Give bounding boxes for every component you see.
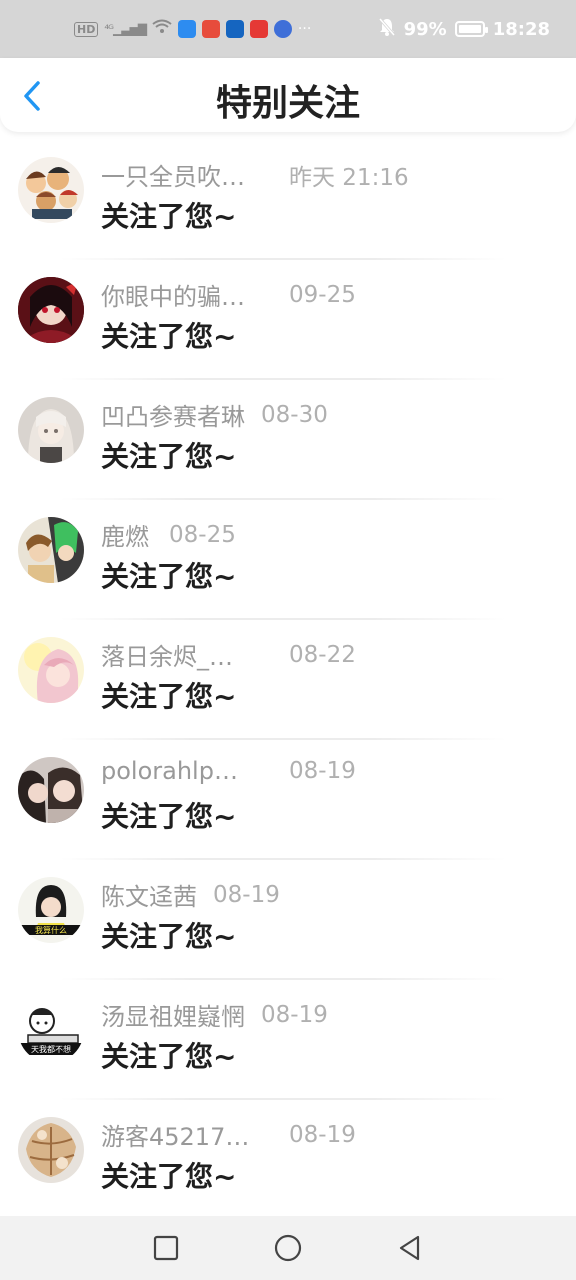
list-item[interactable]: 凹凸参赛者琳 08-30 关注了您~ [0, 380, 576, 500]
follow-notification-list: 一只全员吹… 昨天 21:16 关注了您~ 你眼中的骗… 09-25 关注了您~… [0, 140, 576, 1220]
item-header: 陈文迳茜 08-19 [101, 877, 280, 912]
item-header: polorahlp… 08-19 [101, 757, 356, 785]
timestamp: 08-30 [261, 401, 328, 428]
app-notification-icon [201, 20, 220, 38]
square-recent-icon [153, 1235, 179, 1261]
wifi-icon [152, 19, 172, 39]
timestamp: 09-25 [289, 281, 356, 308]
item-header: 游客45217… 08-19 [101, 1117, 356, 1152]
4g-signal-icon: ⁴ᴳ▁▃▅▇ [104, 22, 147, 36]
user-name[interactable]: 一只全员吹… [101, 157, 289, 192]
recent-apps-button[interactable] [146, 1228, 186, 1268]
avatar[interactable] [18, 277, 84, 343]
avatar-caption: 我算什么 [35, 925, 67, 935]
user-name[interactable]: 落日余烬_… [101, 637, 289, 672]
message-text: 关注了您~ [101, 440, 237, 473]
timestamp: 08-19 [289, 1121, 356, 1148]
avatar[interactable]: 天我都不想 [18, 997, 84, 1063]
item-header: 汤显祖娌嶷惘 08-19 [101, 997, 328, 1032]
system-back-button[interactable] [390, 1228, 430, 1268]
page-title: 特别关注 [215, 83, 360, 124]
timestamp: 08-19 [261, 1001, 328, 1028]
battery-icon [454, 21, 488, 37]
avatar[interactable] [18, 397, 84, 463]
clock: 18:28 [492, 18, 550, 40]
battery-percent: 99% [403, 18, 447, 40]
timestamp: 08-25 [169, 521, 236, 548]
avatar-caption: 天我都不想 [31, 1044, 71, 1054]
system-navigation-bar [0, 1216, 576, 1280]
message-text: 关注了您~ [101, 800, 237, 833]
message-text: 关注了您~ [101, 920, 237, 953]
timestamp: 昨天 21:16 [289, 164, 409, 191]
item-header: 你眼中的骗… 09-25 [101, 277, 356, 312]
user-name[interactable]: 游客45217… [101, 1117, 289, 1152]
message-text: 关注了您~ [101, 680, 237, 713]
triangle-back-icon [399, 1235, 420, 1261]
list-item[interactable]: polorahlp… 08-19 关注了您~ [0, 740, 576, 860]
user-name[interactable]: 汤显祖娌嶷惘 [101, 997, 245, 1032]
item-header: 鹿燃 08-25 [101, 517, 236, 552]
avatar[interactable] [18, 1117, 84, 1183]
user-name[interactable]: 你眼中的骗… [101, 277, 289, 312]
app-notification-icon [249, 20, 268, 38]
avatar[interactable] [18, 757, 84, 823]
user-name[interactable]: polorahlp… [101, 757, 289, 785]
circle-home-icon [274, 1234, 302, 1262]
hd-icon: HD [74, 21, 99, 37]
status-right: 99% 18:28 [378, 17, 550, 42]
title-bar: 特别关注 [0, 58, 576, 132]
list-item[interactable]: 落日余烬_… 08-22 关注了您~ [0, 620, 576, 740]
avatar[interactable] [18, 157, 84, 223]
home-button[interactable] [268, 1228, 308, 1268]
app-notification-icon [225, 20, 244, 38]
user-name[interactable]: 鹿燃 [101, 517, 149, 552]
item-header: 一只全员吹… 昨天 21:16 [101, 157, 409, 192]
avatar[interactable]: 我算什么 [18, 877, 84, 943]
status-left-icons: HD ⁴ᴳ▁▃▅▇ ··· [74, 19, 311, 39]
user-name[interactable]: 陈文迳茜 [101, 877, 197, 912]
item-header: 落日余烬_… 08-22 [101, 637, 356, 672]
timestamp: 08-19 [289, 758, 356, 784]
list-item[interactable]: 天我都不想 汤显祖娌嶷惘 08-19 关注了您~ [0, 980, 576, 1100]
list-item[interactable]: 我算什么 陈文迳茜 08-19 关注了您~ [0, 860, 576, 980]
item-header: 凹凸参赛者琳 08-30 [101, 397, 328, 432]
status-bar: HD ⁴ᴳ▁▃▅▇ ··· 99% 18:28 [0, 0, 576, 58]
message-text: 关注了您~ [101, 560, 237, 593]
timestamp: 08-22 [289, 641, 356, 668]
list-item[interactable]: 游客45217… 08-19 关注了您~ [0, 1100, 576, 1220]
user-name[interactable]: 凹凸参赛者琳 [101, 397, 245, 432]
avatar[interactable] [18, 517, 84, 583]
message-text: 关注了您~ [101, 320, 237, 353]
avatar[interactable] [18, 637, 84, 703]
list-item[interactable]: 你眼中的骗… 09-25 关注了您~ [0, 260, 576, 380]
message-text: 关注了您~ [101, 1040, 237, 1073]
list-item[interactable]: 鹿燃 08-25 关注了您~ [0, 500, 576, 620]
app-notification-icon [177, 20, 196, 38]
app-notification-icon [273, 20, 292, 38]
mute-bell-icon [378, 17, 396, 42]
more-notifications-icon: ··· [297, 21, 312, 37]
message-text: 关注了您~ [101, 200, 237, 233]
timestamp: 08-19 [213, 881, 280, 908]
list-item[interactable]: 一只全员吹… 昨天 21:16 关注了您~ [0, 140, 576, 260]
message-text: 关注了您~ [101, 1160, 237, 1193]
